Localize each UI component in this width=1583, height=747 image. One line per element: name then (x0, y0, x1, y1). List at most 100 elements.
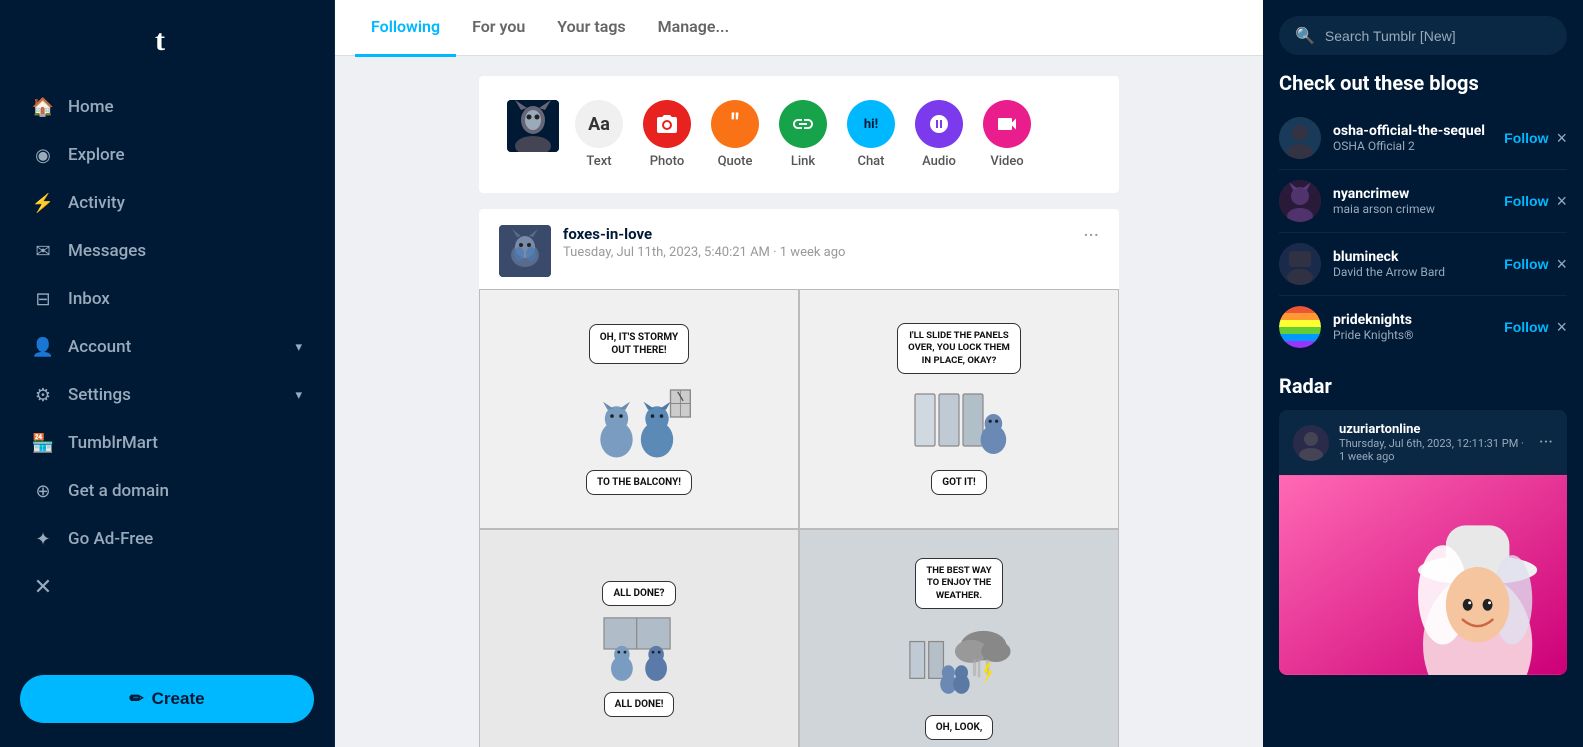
sidebar-item-label: Messages (68, 241, 146, 261)
post-header: foxes-in-love Tuesday, Jul 11th, 2023, 5… (479, 209, 1119, 289)
chevron-down-icon: ▾ (295, 388, 302, 403)
account-icon: 👤 (32, 336, 54, 358)
blog-info-blumineck: blumineck David the Arrow Bard (1333, 249, 1492, 279)
dismiss-button-prideknights[interactable]: × (1556, 318, 1567, 336)
sidebar-item-label: Settings (68, 385, 131, 405)
dismiss-button-nyancrimew[interactable]: × (1556, 192, 1567, 210)
sidebar-item-label: Inbox (68, 289, 110, 309)
more-icon: ✕ (32, 576, 54, 598)
tab-following[interactable]: Following (355, 0, 456, 57)
posts-area: Aa Text Photo " Quote Link (335, 56, 1263, 747)
follow-button-prideknights[interactable]: Follow (1504, 319, 1548, 335)
sidebar-item-inbox[interactable]: ⊟ Inbox (16, 276, 318, 322)
post-card: foxes-in-love Tuesday, Jul 11th, 2023, 5… (479, 209, 1119, 747)
quote-icon: " (711, 100, 759, 148)
blog-suggestion-blumineck: blumineck David the Arrow Bard Follow × (1279, 233, 1567, 296)
post-more-button[interactable]: ··· (1083, 225, 1099, 245)
sidebar-item-tumblrmart[interactable]: 🏪 TumblrMart (16, 420, 318, 466)
post-meta: foxes-in-love Tuesday, Jul 11th, 2023, 5… (563, 225, 1071, 260)
text-label: Text (586, 154, 611, 169)
sidebar-item-explore[interactable]: ◉ Explore (16, 132, 318, 178)
radar-title: Radar (1279, 374, 1567, 398)
svg-text:t: t (155, 24, 165, 57)
inbox-icon: ⊟ (32, 288, 54, 310)
radar-image (1279, 475, 1567, 675)
photo-icon (643, 100, 691, 148)
sidebar-item-go-ad-free[interactable]: ✦ Go Ad-Free (16, 516, 318, 562)
compose-tools: Aa Text Photo " Quote Link (575, 100, 1091, 169)
blog-name-prideknights: prideknights (1333, 312, 1492, 328)
sidebar-item-label: Home (68, 97, 114, 117)
radar-username: uzuriartonline (1339, 422, 1529, 437)
dismiss-button-blumineck[interactable]: × (1556, 255, 1567, 273)
audio-icon (915, 100, 963, 148)
tabs-bar: Following For you Your tags Manage... (335, 0, 1263, 56)
comic-panel-1: OH, IT'S STORMYOUT THERE! (479, 289, 799, 529)
logo[interactable]: t (0, 0, 334, 76)
main-content: Following For you Your tags Manage... (335, 0, 1263, 747)
compose-box: Aa Text Photo " Quote Link (479, 76, 1119, 193)
radar-more-button[interactable]: ··· (1539, 432, 1553, 453)
sidebar-item-label: Explore (68, 145, 125, 165)
post-timestamp: Tuesday, Jul 11th, 2023, 5:40:21 AM · 1 … (563, 245, 1071, 260)
sidebar-item-more[interactable]: ✕ (16, 564, 318, 610)
sidebar-item-label: Get a domain (68, 481, 169, 501)
tab-your-tags[interactable]: Your tags (541, 0, 641, 57)
sidebar-item-get-domain[interactable]: ⊕ Get a domain (16, 468, 318, 514)
sidebar-item-label: Go Ad-Free (68, 529, 153, 549)
search-input[interactable] (1325, 28, 1551, 44)
create-icon: ✏ (129, 689, 143, 709)
search-bar[interactable]: 🔍 (1279, 16, 1567, 55)
blog-avatar-nyancrimew (1279, 180, 1321, 222)
tumblrmart-icon: 🏪 (32, 432, 54, 454)
tab-manage[interactable]: Manage... (642, 0, 745, 57)
nav-items: 🏠 Home ◉ Explore ⚡ Activity ✉ Messages ⊟… (0, 76, 334, 659)
explore-icon: ◉ (32, 144, 54, 166)
ad-free-icon: ✦ (32, 528, 54, 550)
sidebar-item-account[interactable]: 👤 Account ▾ (16, 324, 318, 370)
activity-icon: ⚡ (32, 192, 54, 214)
blog-suggestion-osha: osha-official-the-sequel OSHA Official 2… (1279, 107, 1567, 170)
blog-info-prideknights: prideknights Pride Knights® (1333, 312, 1492, 342)
blog-name-nyancrimew: nyancrimew (1333, 186, 1492, 202)
sidebar-item-settings[interactable]: ⚙ Settings ▾ (16, 372, 318, 418)
compose-tool-quote[interactable]: " Quote (711, 100, 759, 169)
chat-icon: hi! (847, 100, 895, 148)
compose-tool-chat[interactable]: hi! Chat (847, 100, 895, 169)
blog-avatar-prideknights (1279, 306, 1321, 348)
compose-tool-video[interactable]: Video (983, 100, 1031, 169)
sidebar-item-messages[interactable]: ✉ Messages (16, 228, 318, 274)
blog-subtitle-nyancrimew: maia arson crimew (1333, 202, 1492, 216)
post-username: foxes-in-love (563, 225, 1071, 243)
text-icon: Aa (575, 100, 623, 148)
radar-avatar (1293, 425, 1329, 461)
blog-info-osha: osha-official-the-sequel OSHA Official 2 (1333, 123, 1492, 153)
blog-avatar-blumineck (1279, 243, 1321, 285)
post-image: OH, IT'S STORMYOUT THERE! (479, 289, 1119, 747)
link-label: Link (791, 154, 815, 169)
compose-tool-link[interactable]: Link (779, 100, 827, 169)
radar-section: Radar uzuriartonline Thursday, Jul 6th, … (1279, 374, 1567, 675)
speech-bubble-3: I'LL SLIDE THE PANELSOVER, YOU LOCK THEM… (897, 323, 1021, 374)
suggested-blogs-section: Check out these blogs osha-official-the-… (1279, 71, 1567, 358)
home-icon: 🏠 (32, 96, 54, 118)
compose-tool-photo[interactable]: Photo (643, 100, 691, 169)
compose-tool-audio[interactable]: Audio (915, 100, 963, 169)
follow-button-nyancrimew[interactable]: Follow (1504, 193, 1548, 209)
create-button[interactable]: ✏ Create (20, 675, 314, 723)
compose-tool-text[interactable]: Aa Text (575, 100, 623, 169)
comic-panel-3: ALL DONE? (479, 529, 799, 747)
sidebar: t 🏠 Home ◉ Explore ⚡ Activity ✉ Messages… (0, 0, 335, 747)
speech-bubble-6: ALL DONE! (604, 692, 675, 717)
follow-button-osha[interactable]: Follow (1504, 130, 1548, 146)
sidebar-item-activity[interactable]: ⚡ Activity (16, 180, 318, 226)
chat-label: Chat (857, 154, 884, 169)
speech-bubble-4: GOT IT! (931, 470, 987, 495)
sidebar-item-label: Activity (68, 193, 125, 213)
blog-name-osha: osha-official-the-sequel (1333, 123, 1492, 139)
dismiss-button-osha[interactable]: × (1556, 129, 1567, 147)
follow-button-blumineck[interactable]: Follow (1504, 256, 1548, 272)
sidebar-item-label: Account (68, 337, 131, 357)
tab-for-you[interactable]: For you (456, 0, 541, 57)
sidebar-item-home[interactable]: 🏠 Home (16, 84, 318, 130)
